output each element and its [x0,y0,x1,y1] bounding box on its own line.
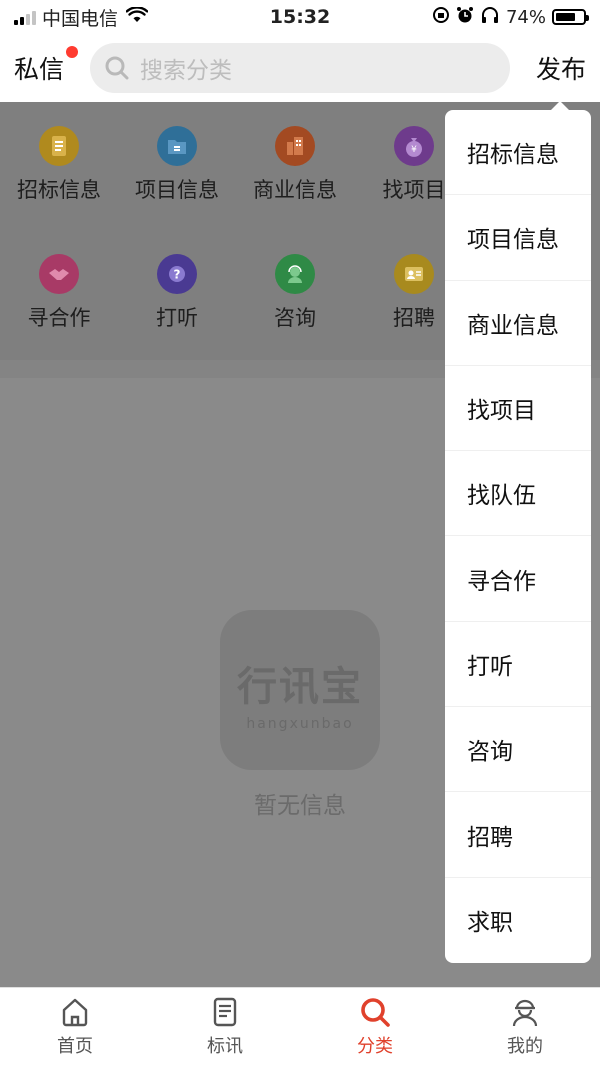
search-placeholder: 搜索分类 [140,58,232,84]
tab-label: 首页 [57,1036,93,1057]
tab-bid-news[interactable]: 标讯 [150,988,300,1067]
category-label: 咨询 [274,306,316,330]
category-label: 项目信息 [135,178,219,202]
money-bag-icon: ¥ [394,126,434,166]
menu-item-job-seeking[interactable]: 求职 [445,878,591,963]
category-label: 招标信息 [17,178,101,202]
empty-state-logo: 行讯宝 hangxunbao [220,610,380,770]
headphones-icon [480,6,500,29]
menu-item-bidding-info[interactable]: 招标信息 [445,110,591,196]
tab-mine[interactable]: 我的 [450,988,600,1067]
menu-item-inquire[interactable]: 打听 [445,622,591,708]
category-item-business[interactable]: 商业信息 [236,126,354,204]
document-icon [39,126,79,166]
tab-label: 我的 [507,1036,543,1057]
support-icon [275,254,315,294]
svg-text:?: ? [174,268,181,282]
menu-item-recruit[interactable]: 招聘 [445,792,591,878]
home-icon [59,996,91,1028]
recruit-icon [394,254,434,294]
menu-item-find-team[interactable]: 找队伍 [445,451,591,537]
battery-icon [552,9,589,25]
handshake-icon [39,254,79,294]
tab-label: 标讯 [207,1036,243,1057]
tab-home[interactable]: 首页 [0,988,150,1067]
category-item-project[interactable]: 项目信息 [118,126,236,204]
private-message-button[interactable]: 私信 [14,46,78,86]
carrier-name: 中国电信 [42,7,119,30]
menu-item-find-project[interactable]: 找项目 [445,366,591,452]
logo-text: 行讯宝 [237,664,363,710]
menu-item-business-info[interactable]: 商业信息 [445,281,591,366]
logo-subtext: hangxunbao [246,716,354,732]
publish-dropdown-menu: 招标信息 项目信息 商业信息 找项目 找队伍 寻合作 打听 咨询 招聘 求职 [445,110,591,963]
category-label: 商业信息 [253,178,337,202]
signal-icon [14,9,36,25]
menu-item-cooperation[interactable]: 寻合作 [445,536,591,622]
wifi-icon [125,6,149,28]
category-item-cooperation[interactable]: 寻合作 [0,254,118,332]
status-bar: 中国电信 15:32 74% [0,0,600,34]
notification-dot [66,46,78,58]
battery-percent: 74% [505,6,546,28]
search-input[interactable]: 搜索分类 [90,43,510,93]
menu-item-consult[interactable]: 咨询 [445,707,591,793]
user-icon [509,996,541,1028]
bottom-tab-bar: 首页 标讯 分类 我的 [0,987,600,1067]
category-item-inquire[interactable]: ? 打听 [118,254,236,332]
folder-icon [157,126,197,166]
document-icon [209,996,241,1028]
category-label: 寻合作 [27,306,91,330]
building-icon [275,126,315,166]
svg-text:¥: ¥ [411,145,417,155]
search-icon [104,55,130,81]
category-item-bidding[interactable]: 招标信息 [0,126,118,204]
category-item-consult[interactable]: 咨询 [236,254,354,332]
category-label: 打听 [156,306,198,330]
rotation-lock-icon [432,6,450,29]
private-message-label: 私信 [14,55,65,84]
menu-item-project-info[interactable]: 项目信息 [445,195,591,281]
alarm-icon [456,6,474,29]
publish-button[interactable]: 发布 [536,50,586,86]
tab-category[interactable]: 分类 [300,988,450,1067]
top-header: 私信 搜索分类 发布 [0,34,600,102]
question-icon: ? [157,254,197,294]
tab-label: 分类 [357,1036,393,1057]
search-icon [359,996,391,1028]
